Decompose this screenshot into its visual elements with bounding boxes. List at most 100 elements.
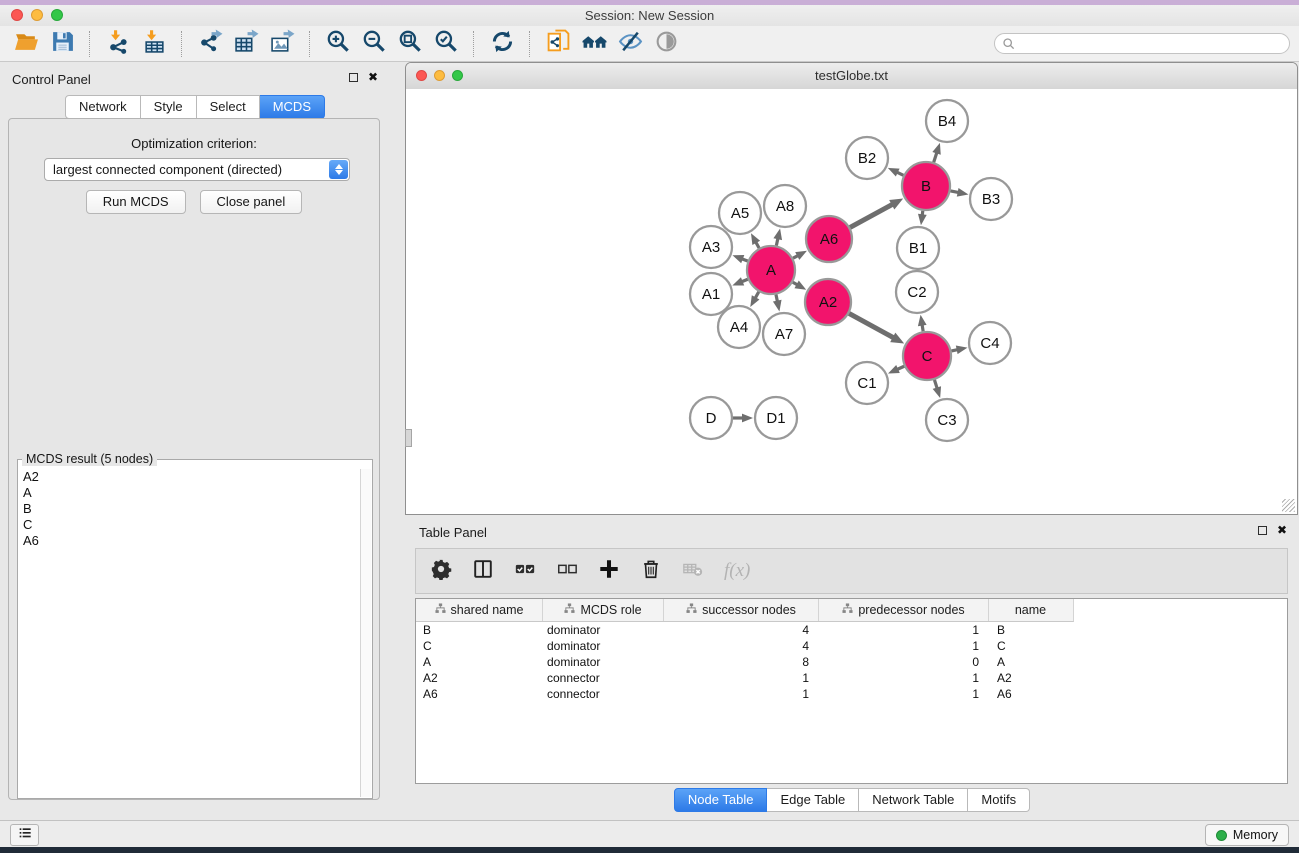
- run-mcds-button[interactable]: Run MCDS: [86, 190, 186, 214]
- search-icon: [1002, 37, 1016, 56]
- tab-edge-table[interactable]: Edge Table: [767, 788, 859, 812]
- delete-columns-button[interactable]: [640, 558, 662, 585]
- graph-edge-B-B2[interactable]: [888, 168, 904, 177]
- graph-edge-C-C3[interactable]: [933, 380, 941, 398]
- graph-edge-A2-C[interactable]: [849, 313, 904, 343]
- task-history-button[interactable]: [10, 824, 39, 846]
- close-panel-button[interactable]: Close panel: [200, 190, 303, 214]
- column-header-mcds-role[interactable]: MCDS role: [543, 599, 664, 621]
- graph-node-C4[interactable]: C4: [969, 322, 1011, 364]
- splitter-handle[interactable]: [405, 429, 412, 447]
- memory-button[interactable]: Memory: [1205, 824, 1289, 846]
- show-graphics-details-button[interactable]: [648, 29, 684, 59]
- tab-node-table[interactable]: Node Table: [674, 788, 768, 812]
- column-header-name[interactable]: name: [989, 599, 1072, 621]
- graph-node-A3[interactable]: A3: [690, 226, 732, 268]
- float-table-panel-icon[interactable]: [1258, 526, 1267, 535]
- graph-node-A8[interactable]: A8: [764, 185, 806, 227]
- import-table-button[interactable]: [136, 29, 172, 59]
- graph-edge-C-C1[interactable]: [888, 365, 904, 374]
- graph-edge-A-A6[interactable]: [793, 251, 807, 260]
- hide-selected-button[interactable]: [612, 29, 648, 59]
- graph-node-A6[interactable]: A6: [806, 216, 852, 262]
- graph-node-D1[interactable]: D1: [755, 397, 797, 439]
- graph-node-A4[interactable]: A4: [718, 306, 760, 348]
- graph-edge-A-A1[interactable]: [732, 277, 747, 285]
- save-session-button[interactable]: [44, 29, 80, 59]
- tab-style[interactable]: Style: [141, 95, 197, 119]
- result-scrollbar[interactable]: [360, 469, 371, 797]
- graph-edge-A-A3[interactable]: [732, 255, 747, 263]
- result-item-b[interactable]: B: [19, 501, 360, 517]
- tab-select[interactable]: Select: [197, 95, 260, 119]
- graph-node-A2[interactable]: A2: [805, 279, 851, 325]
- select-all-columns-button[interactable]: [514, 558, 536, 585]
- graph-edge-C-C4[interactable]: [951, 346, 967, 355]
- graph-node-B3[interactable]: B3: [970, 178, 1012, 220]
- criterion-select[interactable]: largest connected component (directed): [44, 158, 350, 181]
- clone-network-button[interactable]: [540, 29, 576, 59]
- graph-edge-A-A7[interactable]: [773, 294, 782, 311]
- graph-node-B4[interactable]: B4: [926, 100, 968, 142]
- graph-node-B[interactable]: B: [902, 162, 950, 210]
- graph-edge-A-A4[interactable]: [750, 292, 759, 307]
- table-row[interactable]: Adominator80A: [416, 654, 1287, 670]
- graph-edge-A-A8[interactable]: [773, 228, 782, 245]
- import-network-button[interactable]: [100, 29, 136, 59]
- open-session-button[interactable]: [8, 29, 44, 59]
- zoom-out-button[interactable]: [356, 29, 392, 59]
- table-row[interactable]: A6connector11A6: [416, 686, 1287, 702]
- export-table-button[interactable]: [228, 29, 264, 59]
- export-image-button[interactable]: [264, 29, 300, 59]
- export-network-button[interactable]: [192, 29, 228, 59]
- column-header-successor-nodes[interactable]: successor nodes: [664, 599, 819, 621]
- graph-node-A1[interactable]: A1: [690, 273, 732, 315]
- graph-node-A[interactable]: A: [747, 246, 795, 294]
- tab-network[interactable]: Network: [65, 95, 141, 119]
- graph-edge-A-A5[interactable]: [751, 233, 760, 248]
- graph-node-C1[interactable]: C1: [846, 362, 888, 404]
- graph-edge-A6-B[interactable]: [850, 198, 903, 227]
- graph-edge-A-A2[interactable]: [793, 281, 806, 290]
- graph-node-D[interactable]: D: [690, 397, 732, 439]
- graph-edge-D-D1[interactable]: [733, 414, 753, 423]
- result-item-c[interactable]: C: [19, 517, 360, 533]
- graph-node-B2[interactable]: B2: [846, 137, 888, 179]
- close-panel-icon[interactable]: ✖: [368, 70, 378, 84]
- table-row[interactable]: A2connector11A2: [416, 670, 1287, 686]
- graph-node-A7[interactable]: A7: [763, 313, 805, 355]
- graph-edge-B-B4[interactable]: [932, 143, 940, 162]
- graph-node-C[interactable]: C: [903, 332, 951, 380]
- zoom-fit-button[interactable]: [392, 29, 428, 59]
- table-row[interactable]: Cdominator41C: [416, 638, 1287, 654]
- network-canvas[interactable]: A A1 A2 A3 A4 A5 A6 A7 A8 B B1 B2 B3B4 C C1 C2 C3C4 D D1: [406, 89, 1297, 514]
- graph-edge-C-C2[interactable]: [918, 315, 927, 332]
- search-input[interactable]: [1021, 35, 1280, 54]
- table-row[interactable]: Bdominator41B: [416, 622, 1287, 638]
- column-header-shared-name[interactable]: shared name: [416, 599, 543, 621]
- result-item-a[interactable]: A: [19, 485, 360, 501]
- create-column-button[interactable]: [598, 558, 620, 585]
- tab-network-table[interactable]: Network Table: [859, 788, 968, 812]
- first-neighbors-button[interactable]: [576, 29, 612, 59]
- close-table-panel-icon[interactable]: ✖: [1277, 523, 1287, 537]
- zoom-in-button[interactable]: [320, 29, 356, 59]
- graph-edge-B-B3[interactable]: [951, 188, 969, 197]
- result-item-a2[interactable]: A2: [19, 469, 360, 485]
- graph-node-C3[interactable]: C3: [926, 399, 968, 441]
- result-item-a6[interactable]: A6: [19, 533, 360, 549]
- float-panel-icon[interactable]: [349, 73, 358, 82]
- show-columns-button[interactable]: [472, 558, 494, 585]
- graph-node-C2[interactable]: C2: [896, 271, 938, 313]
- unselect-all-columns-button[interactable]: [556, 558, 578, 585]
- refresh-layout-button[interactable]: [484, 29, 520, 59]
- graph-node-A5[interactable]: A5: [719, 192, 761, 234]
- zoom-selected-button[interactable]: [428, 29, 464, 59]
- tab-motifs[interactable]: Motifs: [968, 788, 1030, 812]
- graph-node-B1[interactable]: B1: [897, 227, 939, 269]
- table-settings-button[interactable]: [430, 558, 452, 585]
- tab-mcds[interactable]: MCDS: [260, 95, 325, 119]
- graph-edge-B-B1[interactable]: [918, 211, 927, 225]
- window-resize-grip[interactable]: [1282, 499, 1295, 512]
- column-header-predecessor-nodes[interactable]: predecessor nodes: [819, 599, 989, 621]
